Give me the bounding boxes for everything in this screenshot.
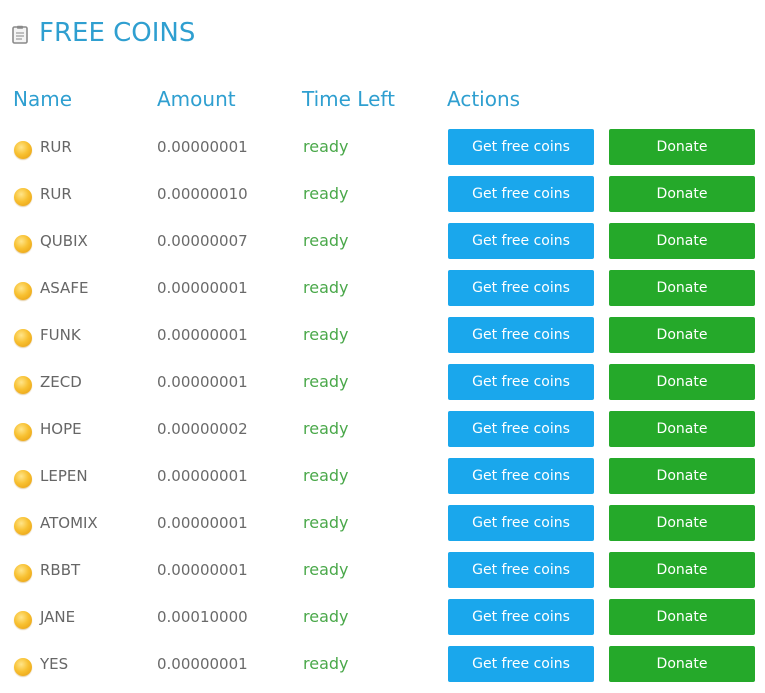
time-left-status: ready (303, 560, 349, 579)
table-row: RBBT 0.00000001 ready Get free coins Don… (0, 552, 765, 599)
donate-button[interactable]: Donate (609, 458, 755, 494)
coin-name: ASAFE (40, 279, 89, 297)
table-row: ASAFE 0.00000001 ready Get free coins Do… (0, 270, 765, 317)
coin-amount: 0.00000001 (157, 655, 248, 673)
time-left-status: ready (303, 372, 349, 391)
coin-icon (14, 376, 32, 394)
get-free-coins-button[interactable]: Get free coins (448, 364, 594, 400)
get-free-coins-button[interactable]: Get free coins (448, 129, 594, 165)
donate-button[interactable]: Donate (609, 505, 755, 541)
coin-name: JANE (40, 608, 76, 626)
time-left-status: ready (303, 184, 349, 203)
donate-button[interactable]: Donate (609, 317, 755, 353)
coin-name: QUBIX (40, 232, 88, 250)
coin-name: RBBT (40, 561, 81, 579)
coin-amount: 0.00000001 (157, 514, 248, 532)
coin-name: YES (40, 655, 69, 673)
coin-name: RUR (40, 185, 72, 203)
coin-amount: 0.00000001 (157, 467, 248, 485)
coin-name: FUNK (40, 326, 81, 344)
coin-icon (14, 235, 32, 253)
header-amount: Amount (157, 87, 236, 111)
table-row: RUR 0.00000001 ready Get free coins Dona… (0, 129, 765, 176)
header-name: Name (13, 87, 73, 111)
coin-icon (14, 658, 32, 676)
donate-button[interactable]: Donate (609, 270, 755, 306)
coin-icon (14, 329, 32, 347)
donate-button[interactable]: Donate (609, 411, 755, 447)
table-row: FUNK 0.00000001 ready Get free coins Don… (0, 317, 765, 364)
coin-icon (14, 564, 32, 582)
table-row: ATOMIX 0.00000001 ready Get free coins D… (0, 505, 765, 552)
coin-amount: 0.00000001 (157, 138, 248, 156)
table-row: ZECD 0.00000001 ready Get free coins Don… (0, 364, 765, 411)
time-left-status: ready (303, 231, 349, 250)
get-free-coins-button[interactable]: Get free coins (448, 317, 594, 353)
coin-icon (14, 188, 32, 206)
coin-icon (14, 517, 32, 535)
header-time-left: Time Left (302, 87, 395, 111)
get-free-coins-button[interactable]: Get free coins (448, 458, 594, 494)
time-left-status: ready (303, 654, 349, 673)
time-left-status: ready (303, 513, 349, 532)
coin-amount: 0.00000001 (157, 373, 248, 391)
coin-amount: 0.00010000 (157, 608, 248, 626)
coin-name: RUR (40, 138, 72, 156)
get-free-coins-button[interactable]: Get free coins (448, 411, 594, 447)
donate-button[interactable]: Donate (609, 364, 755, 400)
get-free-coins-button[interactable]: Get free coins (448, 505, 594, 541)
time-left-status: ready (303, 607, 349, 626)
header-actions: Actions (447, 87, 521, 111)
coin-name: LEPEN (40, 467, 88, 485)
donate-button[interactable]: Donate (609, 223, 755, 259)
donate-button[interactable]: Donate (609, 552, 755, 588)
coin-amount: 0.00000001 (157, 279, 248, 297)
coin-amount: 0.00000007 (157, 232, 248, 250)
coin-icon (14, 611, 32, 629)
table-header: Name Amount Time Left Actions (0, 84, 765, 114)
get-free-coins-button[interactable]: Get free coins (448, 270, 594, 306)
get-free-coins-button[interactable]: Get free coins (448, 646, 594, 682)
time-left-status: ready (303, 278, 349, 297)
donate-button[interactable]: Donate (609, 176, 755, 212)
time-left-status: ready (303, 137, 349, 156)
clipboard-icon (12, 25, 28, 44)
table-row: LEPEN 0.00000001 ready Get free coins Do… (0, 458, 765, 505)
time-left-status: ready (303, 466, 349, 485)
coin-name: HOPE (40, 420, 82, 438)
get-free-coins-button[interactable]: Get free coins (448, 223, 594, 259)
get-free-coins-button[interactable]: Get free coins (448, 176, 594, 212)
coin-amount: 0.00000001 (157, 561, 248, 579)
table-row: RUR 0.00000010 ready Get free coins Dona… (0, 176, 765, 223)
table-row: HOPE 0.00000002 ready Get free coins Don… (0, 411, 765, 458)
coin-icon (14, 141, 32, 159)
table-row: QUBIX 0.00000007 ready Get free coins Do… (0, 223, 765, 270)
get-free-coins-button[interactable]: Get free coins (448, 599, 594, 635)
coin-name: ZECD (40, 373, 82, 391)
coin-amount: 0.00000010 (157, 185, 248, 203)
coin-table: RUR 0.00000001 ready Get free coins Dona… (0, 129, 765, 693)
donate-button[interactable]: Donate (609, 599, 755, 635)
coin-amount: 0.00000002 (157, 420, 248, 438)
page-title: FREE COINS (39, 18, 196, 48)
coin-icon (14, 282, 32, 300)
get-free-coins-button[interactable]: Get free coins (448, 552, 594, 588)
time-left-status: ready (303, 419, 349, 438)
coin-amount: 0.00000001 (157, 326, 248, 344)
coin-icon (14, 423, 32, 441)
coin-name: ATOMIX (40, 514, 98, 532)
table-row: JANE 0.00010000 ready Get free coins Don… (0, 599, 765, 646)
page-title-bar: FREE COINS (12, 16, 195, 50)
coin-icon (14, 470, 32, 488)
donate-button[interactable]: Donate (609, 646, 755, 682)
time-left-status: ready (303, 325, 349, 344)
donate-button[interactable]: Donate (609, 129, 755, 165)
table-row: YES 0.00000001 ready Get free coins Dona… (0, 646, 765, 693)
